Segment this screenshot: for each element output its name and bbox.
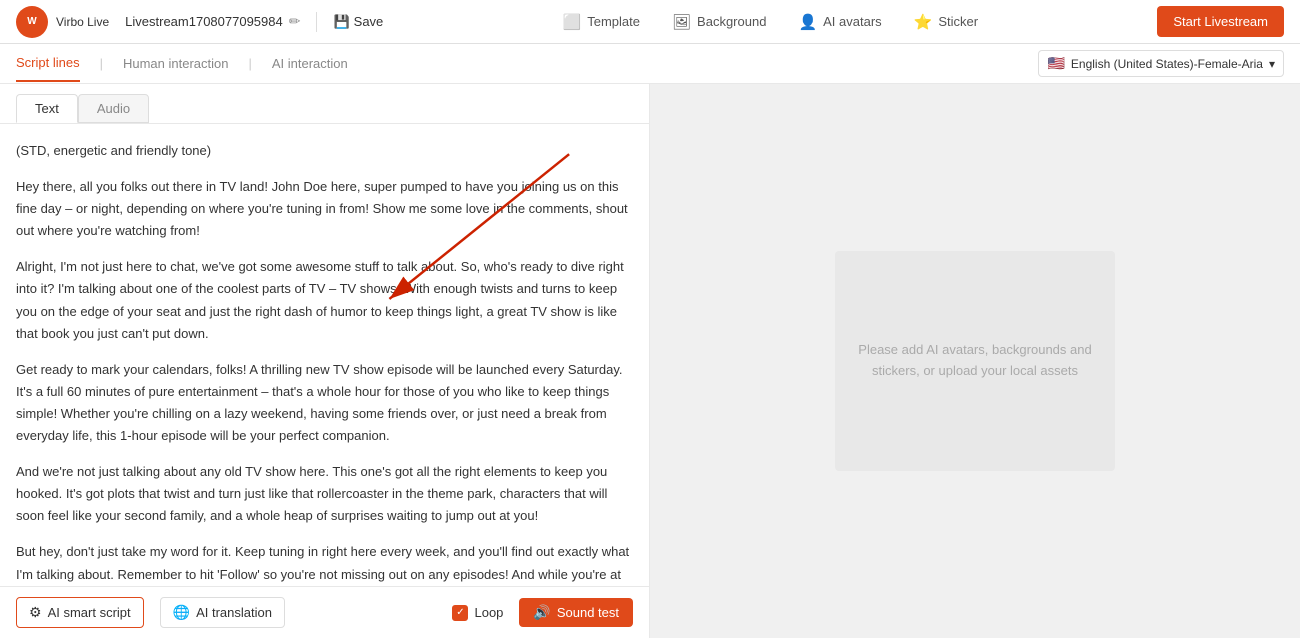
brand-logo: W [16, 6, 48, 38]
nav-background[interactable]: 🖼 Background [672, 13, 766, 31]
chevron-down-icon: ▾ [1269, 57, 1275, 71]
background-label: Background [697, 14, 766, 29]
canvas-placeholder: Please add AI avatars, backgrounds and s… [835, 251, 1115, 471]
loop-label: Loop [474, 605, 503, 620]
canvas-placeholder-text: Please add AI avatars, backgrounds and s… [835, 340, 1115, 382]
tab-ai-interaction[interactable]: AI interaction [272, 46, 348, 81]
sticker-icon: ⭐ [914, 13, 933, 31]
brand-logo-area: W Virbo Live [16, 6, 109, 38]
nav-template[interactable]: ⬜ Template [563, 13, 640, 31]
tab-script-lines[interactable]: Script lines [16, 45, 80, 82]
ai-script-icon: ⚙ [29, 604, 42, 621]
script-content-area[interactable]: (STD, energetic and friendly tone) Hey t… [0, 124, 649, 586]
ai-smart-script-label: AI smart script [48, 605, 131, 620]
ai-avatars-icon: 👤 [798, 13, 817, 31]
template-label: Template [587, 14, 640, 29]
divider [316, 12, 317, 32]
top-navigation: W Virbo Live Livestream1708077095984 ✏ 💾… [0, 0, 1300, 44]
background-icon: 🖼 [672, 13, 691, 31]
brand-name: Virbo Live [56, 15, 109, 29]
main-layout: Text Audio (STD, energetic and friendly … [0, 84, 1300, 638]
nav-ai-avatars[interactable]: 👤 AI avatars [798, 13, 881, 31]
content-tab-bar: Text Audio [0, 84, 649, 124]
brand-logo-text: W [27, 16, 36, 27]
ai-translation-button[interactable]: 🌐 AI translation [160, 597, 285, 628]
nav-sticker[interactable]: ⭐ Sticker [914, 13, 978, 31]
script-para-0: (STD, energetic and friendly tone) [16, 140, 633, 162]
sound-icon: 🔊 [533, 604, 550, 621]
ai-smart-script-button[interactable]: ⚙ AI smart script [16, 597, 144, 628]
sound-test-button[interactable]: 🔊 Sound test [519, 598, 633, 627]
save-icon: 💾 [333, 14, 349, 30]
left-panel: Text Audio (STD, energetic and friendly … [0, 84, 650, 638]
template-icon: ⬜ [563, 13, 582, 31]
script-para-1: Hey there, all you folks out there in TV… [16, 176, 633, 242]
language-selector[interactable]: 🇺🇸 English (United States)-Female-Aria ▾ [1038, 50, 1284, 77]
save-button[interactable]: 💾 Save [333, 14, 383, 30]
edit-project-icon[interactable]: ✏ [289, 13, 301, 30]
sticker-label: Sticker [938, 14, 978, 29]
loop-checkbox-icon: ✓ [452, 605, 468, 621]
script-para-2: Alright, I'm not just here to chat, we'v… [16, 256, 633, 344]
project-title: Livestream1708077095984 [125, 14, 283, 29]
flag-icon: 🇺🇸 [1047, 55, 1064, 72]
sound-test-label: Sound test [557, 605, 619, 620]
language-label: English (United States)-Female-Aria [1071, 57, 1263, 71]
script-para-4: And we're not just talking about any old… [16, 461, 633, 527]
ai-translation-icon: 🌐 [173, 604, 190, 621]
loop-checkbox-area[interactable]: ✓ Loop [452, 605, 503, 621]
tab-human-interaction[interactable]: Human interaction [123, 46, 229, 81]
sep2: | [248, 56, 251, 71]
tab-audio[interactable]: Audio [78, 94, 149, 123]
save-label: Save [354, 14, 384, 29]
right-panel: Please add AI avatars, backgrounds and s… [650, 84, 1300, 638]
bottom-toolbar: ⚙ AI smart script 🌐 AI translation ✓ Loo… [0, 586, 649, 638]
sub-navigation: Script lines | Human interaction | AI in… [0, 44, 1300, 84]
script-para-5: But hey, don't just take my word for it.… [16, 541, 633, 586]
project-title-area: Livestream1708077095984 ✏ [125, 13, 300, 30]
tab-text[interactable]: Text [16, 94, 78, 123]
start-livestream-button[interactable]: Start Livestream [1157, 6, 1284, 37]
sep1: | [100, 56, 103, 71]
script-para-3: Get ready to mark your calendars, folks!… [16, 359, 633, 447]
ai-avatars-label: AI avatars [823, 14, 882, 29]
nav-center: ⬜ Template 🖼 Background 👤 AI avatars ⭐ S… [563, 13, 979, 31]
ai-translation-label: AI translation [196, 605, 272, 620]
